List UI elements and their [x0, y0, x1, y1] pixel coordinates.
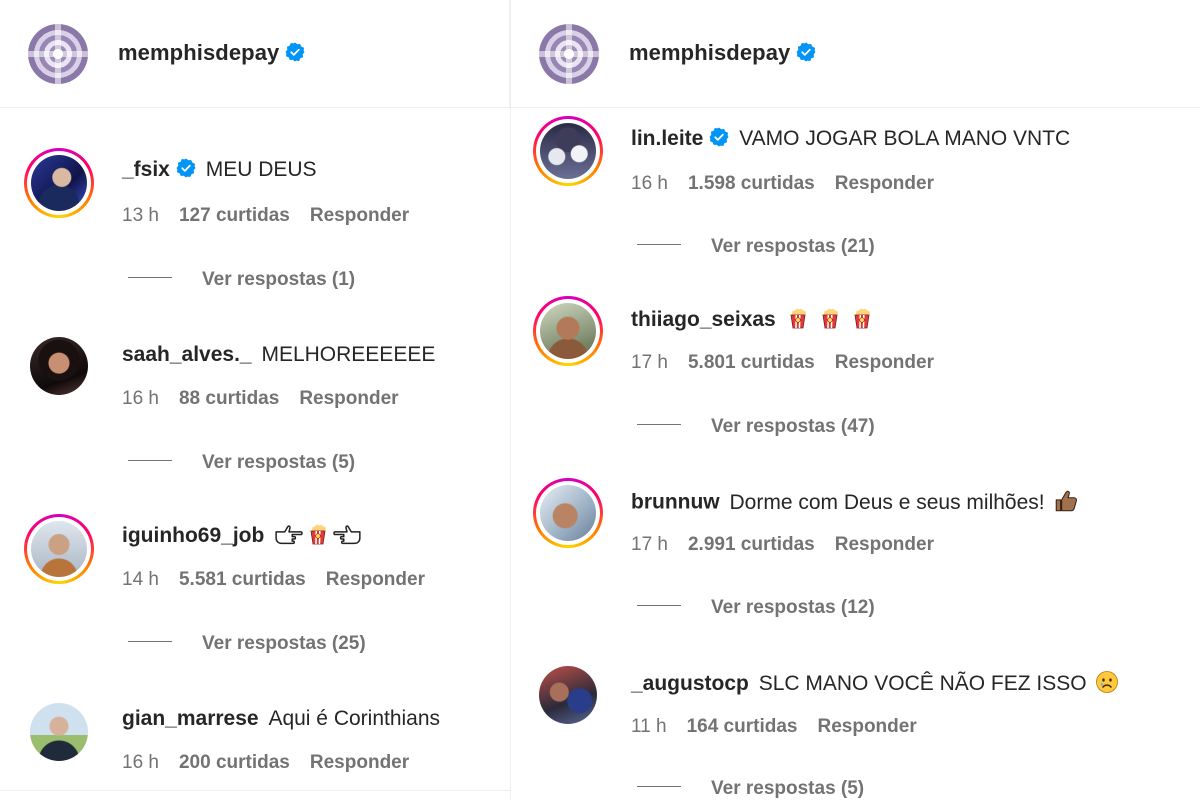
account-avatar[interactable] — [28, 24, 88, 84]
reply-button[interactable]: Responder — [310, 752, 409, 773]
verified-badge-icon — [796, 42, 816, 62]
comment-username[interactable]: thiiago_seixas — [631, 308, 776, 331]
comment-time: 16 h — [122, 752, 159, 773]
view-replies-button[interactable]: Ver respostas (5) — [128, 452, 355, 474]
comment-time: 17 h — [631, 534, 668, 555]
reply-button[interactable]: Responder — [835, 173, 934, 194]
replies-divider — [128, 277, 172, 279]
post-panel-left: memphisdepay _fsix MEU DEUS 13 h 127 curt… — [0, 0, 510, 800]
replies-divider — [128, 641, 172, 643]
comment-time: 14 h — [122, 569, 159, 590]
popcorn-icon — [306, 522, 330, 546]
comment-time: 16 h — [631, 173, 668, 194]
view-replies-button[interactable]: Ver respostas (12) — [637, 597, 875, 619]
bottom-divider — [0, 790, 510, 791]
comment-time: 16 h — [122, 388, 159, 409]
view-replies-button[interactable]: Ver respostas (1) — [128, 269, 355, 291]
replies-divider — [637, 605, 681, 607]
comment-likes[interactable]: 88 curtidas — [179, 388, 279, 409]
commenter-avatar[interactable] — [24, 331, 94, 401]
comment-likes[interactable]: 127 curtidas — [179, 205, 290, 226]
post-author-username[interactable]: memphisdepay — [629, 40, 790, 65]
view-replies-label: Ver respostas (1) — [202, 269, 356, 290]
replies-divider — [637, 244, 681, 246]
post-panel-right: memphisdepay lin.leite VAMO JOGAR BOLA M… — [510, 0, 1200, 800]
comment-text: SLC MANO VOCÊ NÃO FEZ ISSO — [758, 672, 1087, 695]
commenter-avatar[interactable] — [533, 660, 603, 730]
reply-button[interactable]: Responder — [310, 205, 409, 226]
commenter-avatar[interactable] — [533, 478, 603, 548]
popcorn-icon — [818, 306, 842, 330]
comment-likes[interactable]: 1.598 curtidas — [688, 173, 815, 194]
comment-likes[interactable]: 200 curtidas — [179, 752, 290, 773]
thumbs-up-icon — [1053, 488, 1079, 514]
reply-button[interactable]: Responder — [817, 716, 916, 737]
verified-badge-icon — [709, 127, 729, 147]
comment-text: MELHOREEEEEE — [261, 343, 436, 366]
comment-text: MEU DEUS — [205, 158, 317, 181]
view-replies-label: Ver respostas (12) — [711, 597, 875, 618]
commenter-avatar[interactable] — [533, 296, 603, 366]
popcorn-icon — [850, 306, 874, 330]
post-header: memphisdepay — [511, 0, 1200, 108]
verified-badge-icon — [285, 42, 305, 62]
popcorn-icon — [786, 306, 810, 330]
comment-username[interactable]: iguinho69_job — [122, 524, 264, 547]
comment-time: 11 h — [631, 716, 667, 737]
comment-likes[interactable]: 2.991 curtidas — [688, 534, 815, 555]
reply-button[interactable]: Responder — [326, 569, 425, 590]
view-replies-button[interactable]: Ver respostas (21) — [637, 236, 875, 258]
view-replies-button[interactable]: Ver respostas (47) — [637, 416, 875, 438]
pointing-right-hand-icon — [274, 523, 304, 545]
view-replies-label: Ver respostas (47) — [711, 416, 875, 437]
comment-text: VAMO JOGAR BOLA MANO VNTC — [739, 127, 1071, 150]
reply-button[interactable]: Responder — [835, 352, 934, 373]
view-replies-label: Ver respostas (25) — [202, 633, 366, 654]
sad-face-icon — [1095, 670, 1119, 694]
view-replies-button[interactable]: Ver respostas (25) — [128, 633, 366, 655]
replies-divider — [128, 460, 172, 462]
comment-username[interactable]: gian_marrese — [122, 707, 259, 730]
post-author-row: memphisdepay — [629, 40, 816, 66]
comment-username[interactable]: _fsix — [122, 158, 170, 181]
comment-text: Aqui é Corinthians — [268, 707, 441, 730]
pointing-left-hand-icon — [332, 523, 362, 545]
comment-username[interactable]: brunnuw — [631, 491, 720, 514]
comment-time: 17 h — [631, 352, 668, 373]
comment-username[interactable]: lin.leite — [631, 127, 703, 150]
comment-likes[interactable]: 5.801 curtidas — [688, 352, 815, 373]
post-author-username[interactable]: memphisdepay — [118, 40, 279, 65]
view-replies-label: Ver respostas (21) — [711, 236, 875, 257]
comment-username[interactable]: _augustocp — [631, 672, 749, 695]
commenter-avatar[interactable] — [24, 514, 94, 584]
comment-time: 13 h — [122, 205, 159, 226]
reply-button[interactable]: Responder — [299, 388, 398, 409]
replies-divider — [637, 424, 681, 426]
view-replies-label: Ver respostas (5) — [202, 452, 356, 473]
verified-badge-icon — [176, 158, 196, 178]
post-header: memphisdepay — [0, 0, 510, 108]
account-avatar[interactable] — [539, 24, 599, 84]
commenter-avatar[interactable] — [24, 697, 94, 767]
comment-username[interactable]: saah_alves._ — [122, 343, 252, 366]
post-author-row: memphisdepay — [118, 40, 305, 66]
view-replies-label: Ver respostas (5) — [711, 778, 865, 799]
comment-likes[interactable]: 164 curtidas — [687, 716, 798, 737]
view-replies-button[interactable]: Ver respostas (5) — [637, 778, 864, 800]
commenter-avatar[interactable] — [533, 116, 603, 186]
reply-button[interactable]: Responder — [835, 534, 934, 555]
commenter-avatar[interactable] — [24, 148, 94, 218]
comment-text: Dorme com Deus e seus milhões! — [729, 490, 1045, 514]
replies-divider — [637, 786, 681, 788]
comment-likes[interactable]: 5.581 curtidas — [179, 569, 306, 590]
